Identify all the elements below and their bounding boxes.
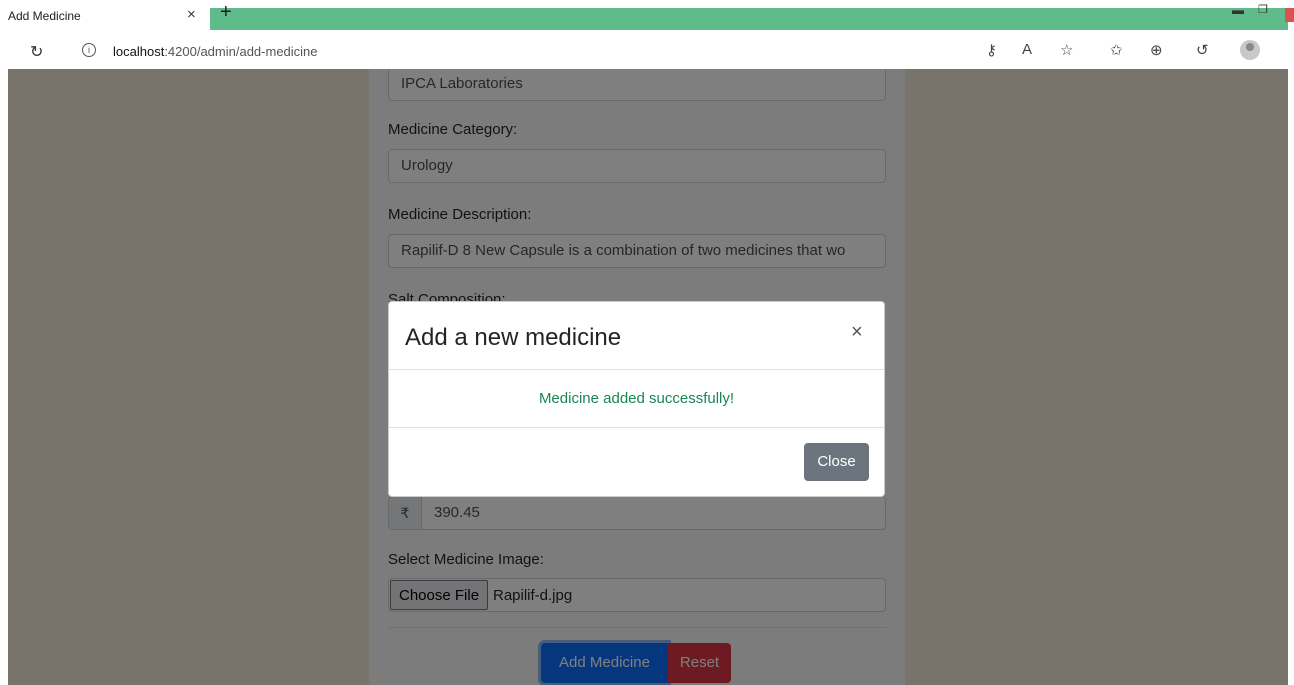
browser-tab-bar: Add Medicine × + ▬ ❐ — [0, 0, 1294, 32]
url-path: :4200/admin/add-medicine — [164, 44, 318, 59]
success-modal: Add a new medicine × Medicine added succ… — [388, 301, 885, 497]
reload-icon[interactable]: ↻ — [30, 42, 43, 62]
collections-icon[interactable]: ⊕ — [1150, 41, 1163, 59]
favorites-list-icon[interactable]: ✩ — [1110, 41, 1123, 59]
url-text[interactable]: localhost:4200/admin/add-medicine — [113, 44, 318, 59]
tab-strip — [210, 8, 1288, 30]
modal-body: Medicine added successfully! — [389, 370, 884, 428]
history-icon[interactable]: ↺ — [1196, 41, 1209, 59]
modal-footer: Close — [389, 428, 884, 496]
read-aloud-icon[interactable]: A — [1022, 41, 1032, 58]
page-viewport: IPCA Laboratories Medicine Category: Uro… — [8, 69, 1288, 685]
window-close-icon[interactable] — [1285, 8, 1294, 22]
modal-close-icon[interactable]: × — [851, 322, 863, 342]
maximize-icon[interactable]: ❐ — [1258, 3, 1268, 16]
browser-tab-add-medicine[interactable]: Add Medicine × — [0, 0, 210, 32]
url-host: localhost — [113, 44, 165, 59]
modal-header: Add a new medicine × — [389, 302, 884, 370]
tab-title: Add Medicine — [8, 9, 81, 23]
site-info-icon[interactable]: i — [82, 43, 96, 57]
tab-close-icon[interactable]: × — [187, 6, 196, 23]
new-tab-icon[interactable]: + — [220, 2, 232, 22]
minimize-icon[interactable]: ▬ — [1232, 3, 1244, 17]
modal-close-button[interactable]: Close — [804, 443, 869, 481]
address-bar: ↻ i localhost:4200/admin/add-medicine ⚷ … — [0, 32, 1294, 69]
password-key-icon[interactable]: ⚷ — [986, 41, 997, 59]
success-message: Medicine added successfully! — [538, 390, 735, 407]
modal-title: Add a new medicine — [405, 324, 622, 351]
profile-avatar-icon[interactable] — [1240, 40, 1260, 60]
favorite-star-icon[interactable]: ☆ — [1060, 41, 1073, 59]
